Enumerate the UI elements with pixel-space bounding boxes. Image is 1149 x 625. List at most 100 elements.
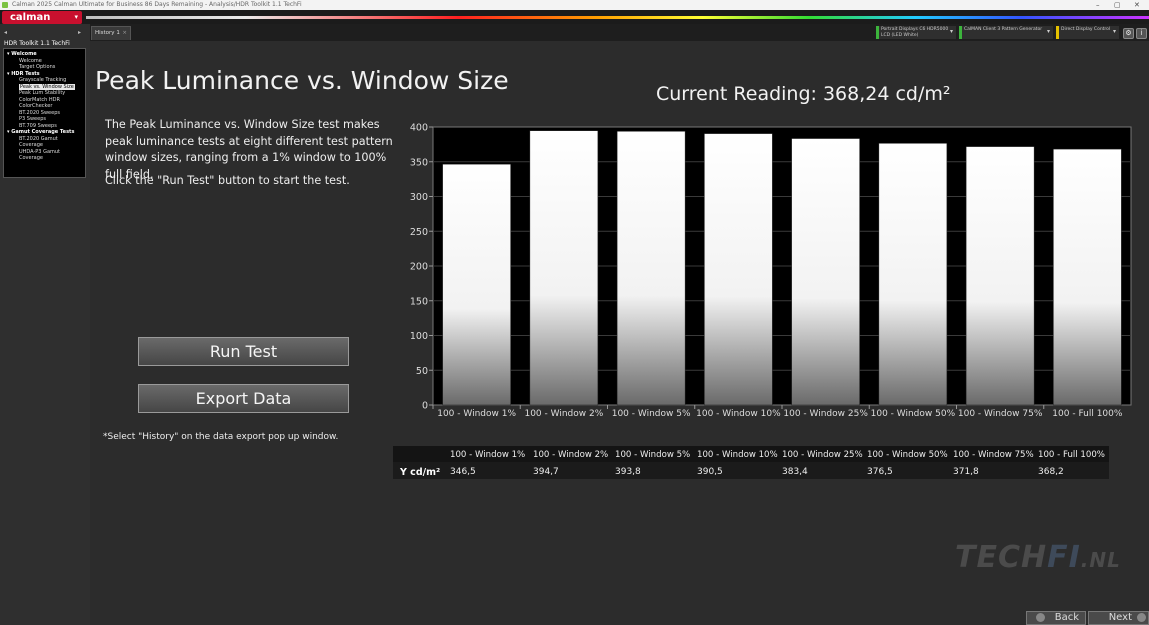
tree-item-label: BT.709 Sweeps [19, 122, 57, 129]
x-tick-label: 100 - Window 1% [437, 409, 516, 419]
workflow-title: HDR Toolkit 1.1 TechFi [4, 40, 70, 47]
table-header-cell: 100 - Window 10% [697, 450, 778, 460]
results-table: Y cd/m² 100 - Window 1% 346,5 100 - Window… [393, 446, 1109, 479]
tree-item-label: ColorMatch HDR [19, 96, 60, 103]
bar [878, 143, 948, 406]
table-header-cell: 100 - Full 100% [1038, 450, 1105, 460]
page-title: Peak Luminance vs. Window Size [95, 66, 509, 95]
table-value-cell: 390,5 [697, 467, 723, 477]
table-value-cell: 394,7 [533, 467, 559, 477]
bar [791, 138, 860, 406]
tree-item-label: ▾ HDR Tests [7, 70, 40, 77]
x-tick-label: 100 - Window 10% [696, 409, 781, 419]
table-header-cell: 100 - Window 25% [782, 450, 863, 460]
table-value-cell: 368,2 [1038, 467, 1064, 477]
table-header-cell: 100 - Window 75% [953, 450, 1034, 460]
tree-item[interactable]: BT.2020 Gamut Coverage [7, 136, 82, 149]
x-tick-label: 100 - Window 75% [958, 409, 1043, 419]
tree-item[interactable]: UHDA-P3 Gamut Coverage [7, 149, 82, 162]
y-tick-label: 250 [410, 227, 428, 238]
table-value-cell: 376,5 [867, 467, 893, 477]
back-button[interactable]: Back [1026, 611, 1086, 625]
settings-icon[interactable]: ⚙ [1123, 28, 1134, 39]
y-tick-label: 350 [410, 157, 428, 168]
next-label: Next [1108, 612, 1132, 623]
chevron-down-icon: ▾ [74, 13, 78, 21]
window-titlebar: Calman 2025 Calman Ultimate for Business… [0, 0, 1149, 10]
y-tick-label: 100 [410, 331, 428, 342]
y-tick-label: 0 [422, 401, 428, 412]
y-tick-label: 200 [410, 262, 428, 273]
table-value-cell: 393,8 [615, 467, 641, 477]
tree-item-label: Grayscale Tracking [19, 77, 67, 83]
tab-history-1[interactable]: History 1 × [91, 26, 131, 40]
tree-item-label: BT.2020 Sweeps [19, 109, 60, 116]
minimize-button[interactable]: – [1096, 0, 1100, 10]
tree-item-label: P3 Sweeps [19, 116, 46, 122]
y-tick-label: 300 [410, 192, 428, 203]
export-note: *Select "History" on the data export pop… [103, 432, 339, 442]
tab-close-icon[interactable]: × [122, 27, 127, 39]
table-value-cell: 371,8 [953, 467, 979, 477]
y-tick-label: 150 [410, 296, 428, 307]
current-reading: Current Reading: 368,24 cd/m² [656, 83, 951, 105]
x-tick-label: 100 - Window 50% [871, 409, 956, 419]
peak-luminance-chart: 0 50 100 150 200 250 300 350 400 100 - Window 1%… [410, 123, 1132, 419]
bar [1053, 148, 1122, 406]
table-row-label: Y cd/m² [399, 467, 440, 478]
tree-item-label: ▾ Welcome [7, 51, 37, 57]
generator-label: CalMAN Client 3 Pattern Generator [964, 27, 1043, 32]
run-test-button[interactable]: Run Test [138, 337, 349, 366]
tree-item-label: Peak Lum Stability [19, 90, 66, 96]
tab-label: History 1 [95, 30, 120, 36]
display-selector[interactable]: Direct Display Control ▾ [1056, 26, 1119, 39]
bar [616, 131, 686, 406]
x-tick-label: 100 - Window 2% [524, 409, 603, 419]
bar [442, 163, 511, 406]
chevron-down-icon: ▾ [1112, 28, 1116, 35]
y-tick-label: 50 [416, 366, 428, 377]
chevron-left-icon[interactable]: ◂ [4, 29, 7, 36]
chevron-right-icon[interactable]: ▸ [78, 29, 81, 36]
x-tick-label: 100 - Window 5% [612, 409, 691, 419]
table-value-cell: 346,5 [450, 467, 476, 477]
table-header-cell: 100 - Window 1% [450, 450, 525, 460]
x-tick-label: 100 - Full 100% [1052, 409, 1123, 419]
tree-item-label: ▾ Gamut Coverage Tests [7, 129, 75, 135]
workflow-tree: ▾ Welcome Welcome Target Options ▾ HDR Test… [3, 48, 86, 178]
table-header-cell: 100 - Window 2% [533, 450, 608, 460]
tree-item-label: Target Options [19, 64, 56, 70]
calman-logo-text: calman [10, 12, 51, 23]
info-icon[interactable]: i [1136, 28, 1147, 39]
generator-selector[interactable]: CalMAN Client 3 Pattern Generator ▾ [959, 26, 1053, 39]
tree-item-label: BT.2020 Gamut Coverage [19, 135, 58, 149]
table-value-cell: 383,4 [782, 467, 808, 477]
next-arrow-icon [1137, 613, 1146, 622]
back-label: Back [1054, 612, 1079, 623]
x-tick-label: 100 - Window 25% [783, 409, 868, 419]
techfi-watermark-logo: TECHFI.NL [955, 540, 1121, 575]
bar [529, 130, 599, 406]
sidebar: ◂ ▸ HDR Toolkit 1.1 TechFi ▾ Welcome Welc… [0, 24, 90, 625]
chevron-down-icon: ▾ [949, 28, 953, 35]
meter-selector[interactable]: Portrait Displays C6 HDR5000 LCD (LED Wh… [876, 26, 956, 39]
maximize-button[interactable]: ▢ [1114, 0, 1121, 10]
display-label: Direct Display Control [1061, 27, 1111, 32]
next-button[interactable]: Next [1088, 611, 1149, 625]
close-window-button[interactable]: ✕ [1134, 0, 1140, 10]
tree-item-label: ColorChecker [19, 103, 53, 109]
tree-item-label: Welcome [19, 57, 42, 64]
table-data-row [393, 462, 1109, 479]
tree-item-label: UHDA-P3 Gamut Coverage [19, 148, 61, 162]
calman-logo-menu[interactable]: calman ▾ [2, 11, 82, 24]
export-data-button[interactable]: Export Data [138, 384, 349, 413]
table-header-cell: 100 - Window 5% [615, 450, 690, 460]
app-icon [2, 2, 8, 8]
window-title: Calman 2025 Calman Ultimate for Business… [12, 1, 302, 8]
bar [965, 146, 1035, 406]
color-spectrum-bar [86, 16, 1149, 19]
bar [704, 133, 773, 406]
y-tick-label: 400 [410, 123, 428, 134]
meter-label: Portrait Displays C6 HDR5000 LCD (LED Wh… [881, 27, 949, 38]
test-instruction: Click the "Run Test" button to start the… [105, 174, 350, 187]
